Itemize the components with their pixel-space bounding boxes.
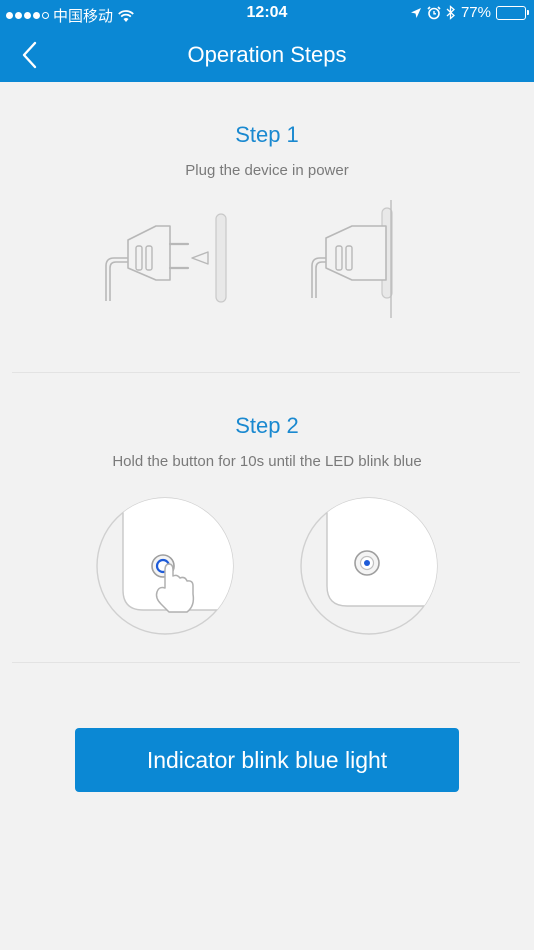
header: 中国移动 12:04 77% Operation Steps	[0, 0, 534, 82]
status-bar: 中国移动 12:04 77%	[0, 0, 534, 28]
step-1-description: Plug the device in power	[185, 162, 349, 179]
status-right: 77%	[410, 4, 529, 21]
battery-percent: 77%	[460, 4, 491, 21]
step-1: Step 1 Plug the device in power	[0, 122, 534, 179]
step-1-title: Step 1	[235, 122, 299, 147]
step-2: Step 2 Hold the button for 10s until the…	[0, 413, 534, 470]
page-title: Operation Steps	[187, 42, 347, 67]
plug-inserted-illustration	[311, 200, 393, 318]
bluetooth-icon	[446, 5, 455, 20]
plug-unplugged-illustration	[105, 213, 227, 303]
indicator-blink-blue-button[interactable]: Indicator blink blue light	[75, 728, 459, 792]
step-2-description: Hold the button for 10s until the LED bl…	[112, 453, 422, 470]
nav-bar: Operation Steps	[0, 28, 534, 82]
location-arrow-icon	[410, 7, 421, 18]
divider	[12, 662, 520, 663]
step-2-title: Step 2	[235, 413, 299, 438]
led-blink-illustration	[300, 497, 438, 635]
press-button-illustration	[96, 497, 234, 635]
alarm-clock-icon	[427, 5, 441, 19]
battery-icon	[496, 5, 529, 20]
divider	[12, 372, 520, 373]
